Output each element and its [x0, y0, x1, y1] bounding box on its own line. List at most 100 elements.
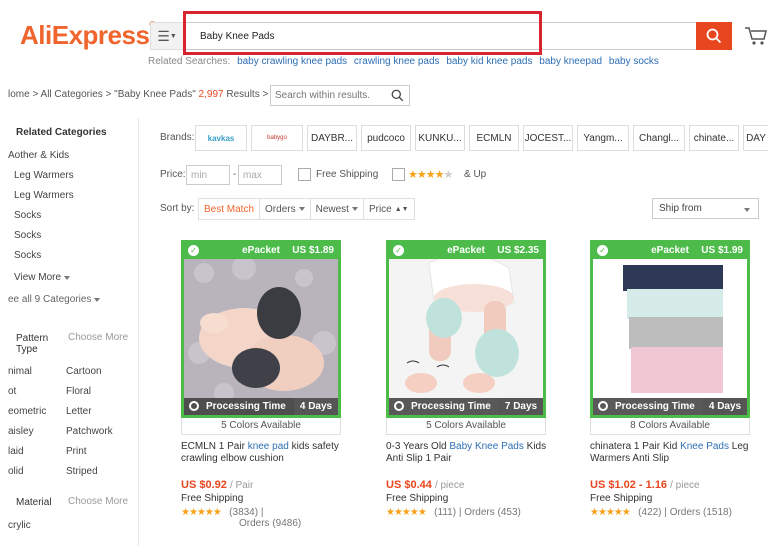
sort-orders[interactable]: Orders: [260, 199, 311, 219]
result-count: 2,997: [198, 89, 224, 100]
brand-option[interactable]: DAY: [743, 125, 768, 151]
brand-option[interactable]: ECMLN: [469, 125, 519, 151]
product-rating: ★★★★★ (111) | Orders (453): [386, 507, 521, 518]
see-all-categories-link[interactable]: ee all 9 Categories: [8, 294, 101, 305]
sort-best-match[interactable]: Best Match: [199, 199, 261, 219]
brand-option[interactable]: Changl...: [633, 125, 685, 151]
sidebar-category[interactable]: Socks: [14, 230, 41, 241]
sort-arrows-icon: ▲▼: [394, 205, 409, 213]
star-rating-icon: ★★★★★: [181, 507, 222, 518]
price-min-input[interactable]: min: [186, 165, 230, 185]
sidebar-category[interactable]: Leg Warmers: [14, 190, 74, 201]
search-within-input[interactable]: [271, 86, 381, 105]
search-box: [185, 22, 696, 50]
view-more-link[interactable]: View More: [14, 272, 71, 283]
brand-option[interactable]: kavkas: [195, 125, 247, 151]
choose-more-pattern[interactable]: Choose More: [68, 332, 128, 343]
colors-available: 5 Colors Available: [181, 418, 341, 435]
related-search-link[interactable]: baby crawling knee pads: [237, 56, 347, 67]
clock-icon: [189, 401, 199, 411]
aliexpress-logo[interactable]: AliExpress®: [20, 20, 155, 51]
pattern-option[interactable]: Letter: [66, 406, 92, 417]
pattern-option[interactable]: aisley: [8, 426, 34, 437]
sort-price[interactable]: Price ▲▼: [364, 199, 414, 219]
pattern-option[interactable]: eometric: [8, 406, 46, 417]
sort-label: Sort by:: [160, 203, 195, 214]
sort-newest[interactable]: Newest: [311, 199, 364, 219]
rating-filter-checkbox[interactable]: [392, 168, 405, 181]
product-image-frame[interactable]: ✓ ePacket US $1.99 Processing Time 4 Day…: [590, 240, 750, 418]
price-max-input[interactable]: max: [238, 165, 282, 185]
product-card[interactable]: ✓ ePacket US $1.99 Processing Time 4 Day…: [590, 240, 750, 518]
related-search-link[interactable]: crawling knee pads: [354, 56, 440, 67]
price-label: Price:: [160, 169, 186, 180]
choose-more-material[interactable]: Choose More: [68, 496, 128, 507]
pattern-option[interactable]: nimal: [8, 366, 32, 377]
pattern-option[interactable]: ot: [8, 386, 16, 397]
and-up-label: & Up: [464, 169, 487, 180]
product-price: US $1.02 - 1.16 / piece: [590, 479, 700, 491]
chevron-down-icon: [744, 208, 750, 212]
ship-from-select[interactable]: Ship from: [652, 198, 759, 219]
search-icon: [706, 28, 722, 44]
brand-option[interactable]: babygo: [251, 125, 303, 151]
product-title[interactable]: 0-3 Years Old Baby Knee Pads Kids Anti S…: [386, 441, 551, 465]
related-search-link[interactable]: baby kid knee pads: [446, 56, 532, 67]
pattern-option[interactable]: Striped: [66, 466, 98, 477]
brand-option[interactable]: JOCEST...: [523, 125, 573, 151]
free-shipping-checkbox[interactable]: [298, 168, 311, 181]
product-card[interactable]: ✓ ePacket US $2.35 Processing Time 7 Day…: [386, 240, 546, 518]
star-rating-icon: ★★★★★: [590, 507, 631, 518]
pattern-option[interactable]: Print: [66, 446, 87, 457]
product-title[interactable]: ECMLN 1 Pair knee pad kids safety crawli…: [181, 441, 346, 465]
hamburger-icon: ☰: [157, 27, 170, 44]
brands-label: Brands:: [160, 132, 195, 143]
pattern-option[interactable]: Patchwork: [66, 426, 113, 437]
free-shipping-text: Free Shipping: [386, 493, 449, 504]
product-rating: ★★★★★ (422) | Orders (1518): [590, 507, 732, 518]
pattern-option[interactable]: Cartoon: [66, 366, 102, 377]
brand-option[interactable]: chinate...: [689, 125, 739, 151]
brand-option[interactable]: Yangm...: [577, 125, 629, 151]
related-search-link[interactable]: baby socks: [609, 56, 659, 67]
chevron-down-icon: [94, 298, 101, 302]
brand-option[interactable]: DAYBR...: [307, 125, 357, 151]
sort-bar: Best Match Orders Newest Price ▲▼: [198, 198, 415, 220]
chevron-down-icon: ▼: [169, 32, 177, 40]
sidebar-category[interactable]: Socks: [14, 250, 41, 261]
cart-icon[interactable]: [744, 24, 768, 50]
chevron-down-icon: [351, 207, 358, 211]
product-image: [593, 243, 747, 415]
chevron-down-icon: [298, 207, 305, 211]
clock-icon: [598, 401, 608, 411]
rating-stars-icon: ★★★★★: [408, 169, 453, 181]
sidebar-category[interactable]: Leg Warmers: [14, 170, 74, 181]
product-image: [389, 243, 543, 415]
brand-option[interactable]: pudcoco: [361, 125, 411, 151]
processing-time-bar: Processing Time 4 Days: [184, 398, 338, 415]
colors-available: 5 Colors Available: [386, 418, 546, 435]
star-rating-icon: ★★★★★: [386, 507, 427, 518]
epacket-badge: ✓ ePacket US $1.99: [593, 243, 747, 259]
product-title[interactable]: chinatera 1 Pair Kid Knee Pads Leg Warme…: [590, 441, 755, 465]
search-input[interactable]: [186, 23, 696, 49]
related-search-link[interactable]: baby kneepad: [539, 56, 602, 67]
free-shipping-label: Free Shipping: [316, 169, 379, 180]
pattern-option[interactable]: laid: [8, 446, 24, 457]
product-image-frame[interactable]: ✓ ePacket US $1.89 Processing Time 4 Day…: [181, 240, 341, 418]
categories-menu-button[interactable]: ☰ ▼: [150, 22, 184, 50]
product-image-frame[interactable]: ✓ ePacket US $2.35 Processing Time 7 Day…: [386, 240, 546, 418]
material-option[interactable]: crylic: [8, 520, 31, 531]
search-button[interactable]: [696, 22, 732, 50]
chevron-down-icon: [64, 276, 71, 280]
pattern-option[interactable]: olid: [8, 466, 24, 477]
sidebar-category[interactable]: Aother & Kids: [8, 150, 69, 161]
sidebar-category[interactable]: Socks: [14, 210, 41, 221]
material-title: Material: [16, 497, 52, 508]
related-searches: Related Searches: baby crawling knee pad…: [148, 56, 659, 67]
brand-option[interactable]: KUNKU...: [415, 125, 465, 151]
search-icon[interactable]: [391, 89, 404, 102]
product-card[interactable]: ✓ ePacket US $1.89 Processing Time 4 Day…: [181, 240, 341, 529]
processing-time-bar: Processing Time 7 Days: [389, 398, 543, 415]
pattern-option[interactable]: Floral: [66, 386, 91, 397]
